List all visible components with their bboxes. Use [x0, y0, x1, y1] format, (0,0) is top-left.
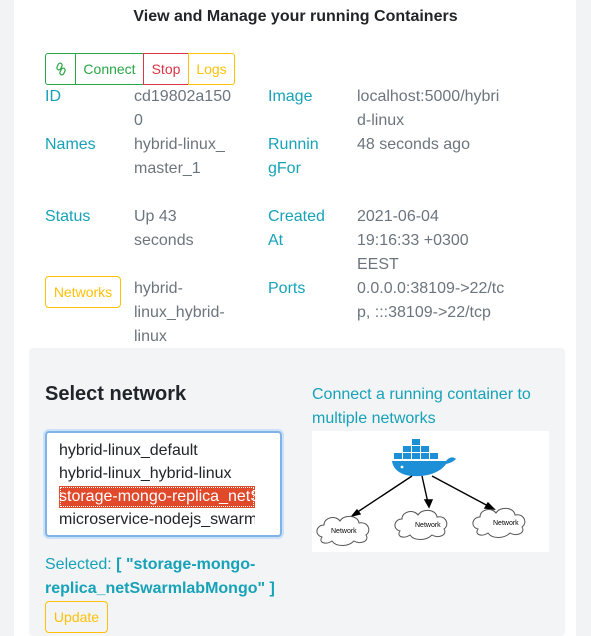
networks-button[interactable]: Networks — [45, 276, 121, 308]
select-network-heading: Select network — [45, 383, 187, 405]
logs-button[interactable]: Logs — [188, 53, 235, 85]
selected-network-text: Selected: [ "storage-mongo-replica_netSw… — [45, 553, 295, 601]
id-label: ID — [45, 88, 61, 105]
image-label: Image — [268, 88, 313, 105]
runningfor-label: RunningFor — [268, 136, 319, 177]
network-option[interactable]: hybrid-linux_default — [59, 440, 255, 462]
link-icon — [55, 62, 66, 76]
status-value: Up 43 seconds — [134, 208, 194, 249]
update-button[interactable]: Update — [45, 601, 108, 633]
network-select[interactable]: hybrid-linux_default hybrid-linux_hybrid… — [45, 431, 282, 537]
network-diagram: Network Network Network — [312, 431, 549, 552]
created-label: Created At — [268, 208, 325, 249]
diagram-network-label: Network — [415, 522, 441, 529]
runningfor-value: 48 seconds ago — [357, 136, 470, 153]
names-value: hybrid-linux_master_1 — [134, 136, 225, 177]
link-button[interactable] — [45, 53, 76, 85]
diagram-network-label: Network — [331, 528, 357, 535]
image-value: localhost:5000/hybrid-linux — [357, 88, 500, 129]
connect-button[interactable]: Connect — [75, 53, 144, 85]
id-value: cd19802a1500 — [134, 88, 231, 129]
selected-prefix: Selected: — [45, 556, 112, 573]
ports-value: 0.0.0.0:38109->22/tcp, :::38109->22/tcp — [357, 280, 505, 321]
network-option[interactable]: microservice-nodejs_swarmlab — [59, 509, 255, 531]
docker-whale-icon — [392, 439, 456, 477]
networks-value: hybrid-linux_hybrid-linux — [134, 280, 225, 345]
created-value: 2021-06-04 19:16:33 +0300 EEST — [357, 208, 469, 273]
page-title: View and Manage your running Containers — [133, 8, 458, 25]
stop-button[interactable]: Stop — [143, 53, 189, 85]
names-label: Names — [45, 136, 96, 153]
help-link[interactable]: Connect a running container to multiple … — [312, 383, 552, 431]
network-option-selected[interactable]: storage-mongo-replica_netSwarmlabMongo — [59, 486, 255, 508]
network-option[interactable]: hybrid-linux_hybrid-linux — [59, 463, 255, 485]
status-label: Status — [45, 208, 91, 225]
ports-label: Ports — [268, 280, 306, 297]
container-action-group: Connect Stop Logs — [45, 53, 235, 85]
diagram-network-label: Network — [493, 520, 519, 527]
